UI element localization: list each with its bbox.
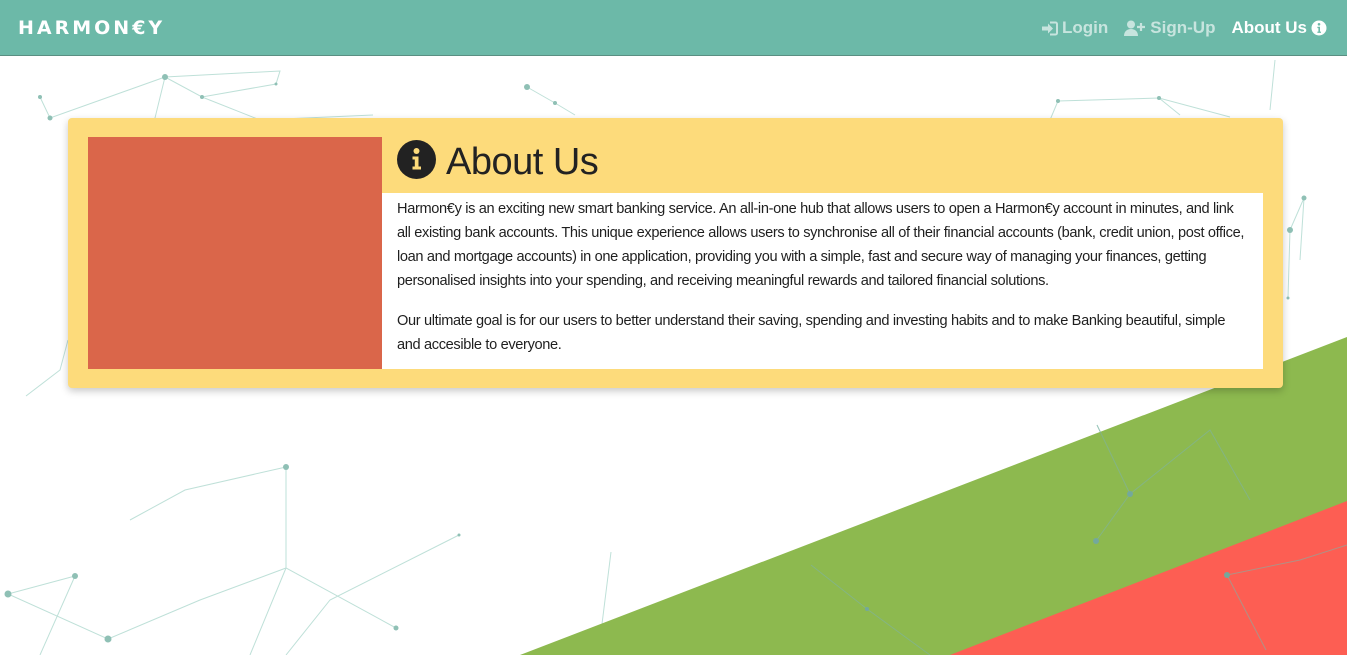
info-circle-icon bbox=[1311, 20, 1327, 36]
nav-login-link[interactable]: Login bbox=[1041, 18, 1108, 38]
nav-links: Login Sign-Up About Us bbox=[1041, 0, 1327, 56]
navbar: HARMON€Y Login Sign-Up About Us bbox=[0, 0, 1347, 56]
about-paragraph-1: Harmon€y is an exciting new smart bankin… bbox=[397, 201, 1245, 289]
about-image-placeholder bbox=[88, 137, 382, 369]
brand-logo[interactable]: HARMON€Y bbox=[18, 17, 165, 39]
about-title: About Us bbox=[446, 140, 599, 183]
sign-in-icon bbox=[1041, 21, 1059, 36]
nav-signup-link[interactable]: Sign-Up bbox=[1124, 18, 1215, 38]
about-paragraph-2: Our ultimate goal is for our users to be… bbox=[397, 313, 1226, 353]
nav-about-link[interactable]: About Us bbox=[1231, 18, 1327, 38]
nav-login-label: Login bbox=[1062, 18, 1109, 37]
about-card: About Us Harmon€y is an exciting new sma… bbox=[68, 118, 1283, 388]
nav-signup-label: Sign-Up bbox=[1150, 18, 1216, 37]
nav-about-label: About Us bbox=[1231, 18, 1307, 37]
about-text-panel: Harmon€y is an exciting new smart bankin… bbox=[382, 193, 1263, 369]
about-header: About Us bbox=[397, 140, 599, 184]
user-plus-icon bbox=[1124, 20, 1146, 36]
info-circle-icon bbox=[397, 140, 436, 184]
